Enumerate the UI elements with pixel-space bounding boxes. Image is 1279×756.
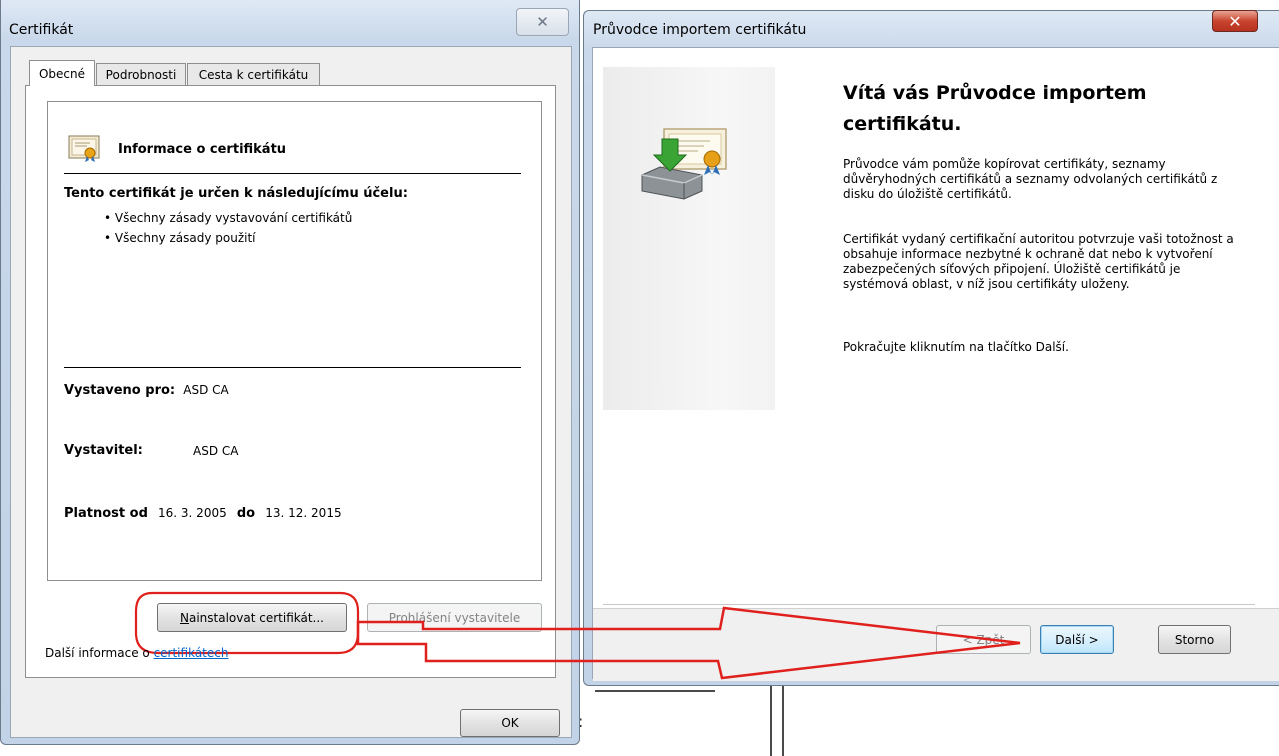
- more-info-prefix: Další informace o: [45, 646, 154, 660]
- info-heading: Informace o certifikátu: [118, 142, 287, 157]
- wizard-side-banner: [603, 67, 775, 410]
- issuer-label: Vystavitel:: [64, 443, 143, 458]
- ok-label: OK: [501, 716, 519, 730]
- cancel-label: Storno: [1174, 632, 1215, 647]
- tab-label: Podrobnosti: [105, 67, 177, 82]
- purpose-text: Všechny zásady použití: [114, 231, 256, 245]
- close-icon: ✕: [536, 13, 549, 31]
- tab-label: Obecné: [38, 66, 86, 81]
- wizard-paragraph-3: Pokračujte kliknutím na tlačítko Další.: [843, 340, 1069, 354]
- wizard-title: Průvodce importem certifikátu: [593, 22, 807, 38]
- issuer-statement-label: Prohlášení vystavitele: [388, 610, 521, 625]
- tab-label: Cesta k certifikátu: [198, 67, 309, 82]
- background-divider: [770, 680, 772, 756]
- back-button[interactable]: < Zpět: [936, 625, 1031, 654]
- valid-from-label: Platnost od: [64, 506, 148, 521]
- close-icon: ✕: [1228, 11, 1242, 31]
- purpose-item: • Všechny zásady vystavování certifikátů: [104, 211, 353, 225]
- validity-row: Platnost od 16. 3. 2005 do 13. 12. 2015: [64, 506, 342, 521]
- next-label: Další >: [1055, 632, 1099, 647]
- issued-to-row: Vystaveno pro: ASD CA: [64, 383, 229, 398]
- purpose-text: Všechny zásady vystavování certifikátů: [114, 211, 353, 225]
- tab-certification-path[interactable]: Cesta k certifikátu: [187, 63, 320, 85]
- issued-to-value: ASD CA: [183, 383, 229, 397]
- cancel-button[interactable]: Storno: [1158, 625, 1231, 654]
- tab-details[interactable]: Podrobnosti: [96, 63, 186, 85]
- separator: [64, 367, 521, 368]
- wizard-close-button[interactable]: ✕: [1212, 10, 1258, 32]
- wizard-footer-separator: [603, 604, 1255, 605]
- separator: [64, 173, 521, 174]
- certificate-icon: [68, 135, 100, 162]
- certificate-import-icon: [641, 128, 727, 200]
- dialog-title: Certifikát: [9, 22, 74, 38]
- purpose-heading: Tento certifikát je určen k následujícím…: [64, 186, 408, 201]
- background-divider: [595, 690, 715, 692]
- wizard-heading: Vítá vás Průvodce importem certifikátu.: [843, 82, 1147, 135]
- wizard-paragraph-2: Certifikát vydaný certifikační autoritou…: [843, 232, 1234, 291]
- valid-from-value: 16. 3. 2005: [158, 506, 227, 520]
- valid-to-label: do: [236, 506, 256, 521]
- issued-to-label: Vystaveno pro:: [64, 383, 176, 398]
- ok-button[interactable]: OK: [460, 709, 560, 737]
- issuer-value: ASD CA: [193, 444, 239, 458]
- certificates-link[interactable]: certifikátech: [154, 646, 229, 660]
- back-label: < Zpět: [962, 632, 1005, 647]
- close-button[interactable]: ✕: [516, 8, 569, 36]
- valid-to-value: 13. 12. 2015: [265, 506, 342, 520]
- purpose-item: • Všechny zásady použití: [104, 231, 256, 245]
- more-info-text: Další informace o certifikátech: [45, 646, 228, 660]
- issuer-statement-button[interactable]: Prohlášení vystavitele: [367, 603, 542, 632]
- tab-general[interactable]: Obecné: [29, 60, 95, 86]
- background-divider: [782, 680, 784, 756]
- wizard-paragraph-1: Průvodce vám pomůže kopírovat certifikát…: [843, 157, 1218, 201]
- next-button[interactable]: Další >: [1040, 625, 1114, 654]
